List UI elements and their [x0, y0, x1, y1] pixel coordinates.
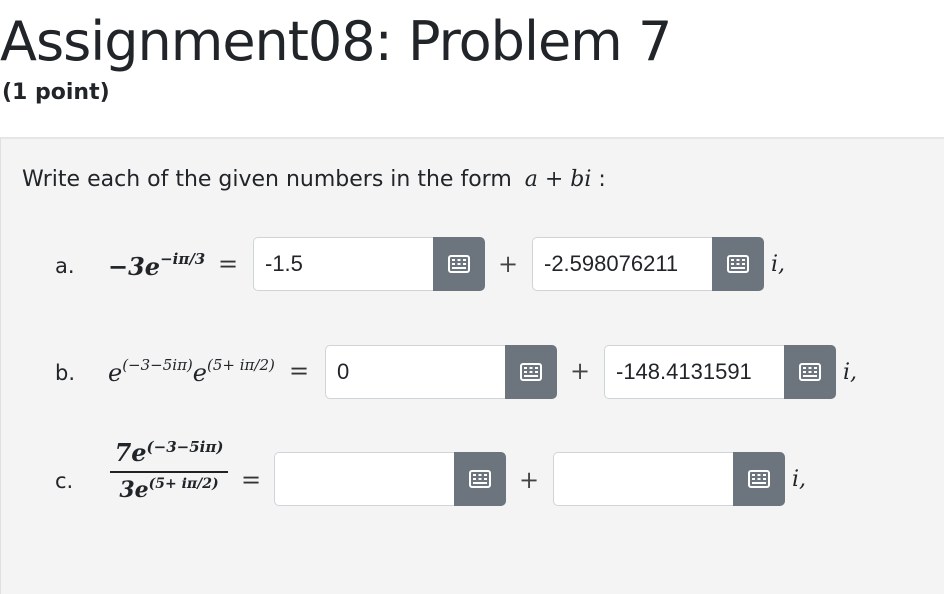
part-b-imag-keyboard-button[interactable]: [784, 345, 836, 399]
part-a-real-keyboard-button[interactable]: [433, 237, 485, 291]
page-title: Assignment08: Problem 7: [0, 10, 672, 73]
part-b-exponent1: (−3−5iπ): [122, 356, 193, 374]
part-c-imag-keyboard-button[interactable]: [733, 452, 785, 506]
part-b-plus: +: [570, 357, 591, 385]
keyboard-icon: [448, 255, 470, 273]
part-c-plus: +: [519, 466, 540, 494]
part-c-imag-input[interactable]: [553, 452, 733, 506]
part-c-denominator: 3e(5+ iπ/2): [119, 476, 219, 503]
part-b-real-keyboard-button[interactable]: [505, 345, 557, 399]
part-c-fraction-bar: [110, 471, 228, 473]
part-b-e2: e: [192, 359, 207, 387]
part-b-expression: e(−3−5iπ)e(5+ iπ/2): [108, 356, 275, 387]
part-a-base: −3e: [108, 252, 161, 281]
keyboard-icon: [748, 470, 770, 488]
keyboard-icon: [520, 363, 542, 381]
part-c-num-exponent: (−3−5iπ): [146, 438, 224, 456]
part-c-real-input[interactable]: [274, 452, 454, 506]
part-b-equals: =: [289, 357, 310, 385]
part-a-expression: −3e−iπ/3: [108, 250, 206, 281]
part-a-real-input[interactable]: [253, 237, 433, 291]
part-b-i-suffix: i,: [843, 360, 858, 385]
part-c-den-exponent: (5+ iπ/2): [148, 476, 219, 492]
part-b-label: b.: [55, 361, 76, 385]
part-a-equals: =: [218, 250, 239, 278]
part-c-i-suffix: i,: [792, 467, 807, 492]
instructions-colon: :: [598, 167, 606, 192]
part-b-exponent2: (5+ iπ/2): [207, 356, 275, 374]
part-a-imag-input[interactable]: [532, 237, 712, 291]
part-c-real-keyboard-button[interactable]: [454, 452, 506, 506]
part-c-den-base: 3e: [119, 477, 149, 503]
part-c-label: c.: [55, 469, 74, 493]
part-a-exponent: −iπ/3: [160, 250, 206, 268]
keyboard-icon: [799, 363, 821, 381]
part-b-real-input[interactable]: [325, 345, 505, 399]
part-c-equals: =: [241, 466, 262, 494]
part-a-plus: +: [498, 250, 519, 278]
part-c-fraction: 7e(−3−5iπ) 3e(5+ iπ/2): [110, 438, 228, 503]
part-b-imag-input[interactable]: [604, 345, 784, 399]
part-a-imag-keyboard-button[interactable]: [712, 237, 764, 291]
points-label: (1 point): [2, 80, 110, 105]
part-c-numerator: 7e(−3−5iπ): [115, 438, 224, 467]
problem-instructions: Write each of the given numbers in the f…: [22, 165, 606, 195]
instructions-text: Write each of the given numbers in the f…: [22, 167, 512, 192]
part-a-label: a.: [55, 254, 75, 278]
part-c-num-base: 7e: [114, 438, 147, 467]
keyboard-icon: [727, 255, 749, 273]
part-b-e1: e: [108, 359, 123, 387]
part-a-i-suffix: i,: [771, 252, 786, 277]
keyboard-icon: [469, 470, 491, 488]
form-expression: a + bi: [524, 167, 592, 192]
